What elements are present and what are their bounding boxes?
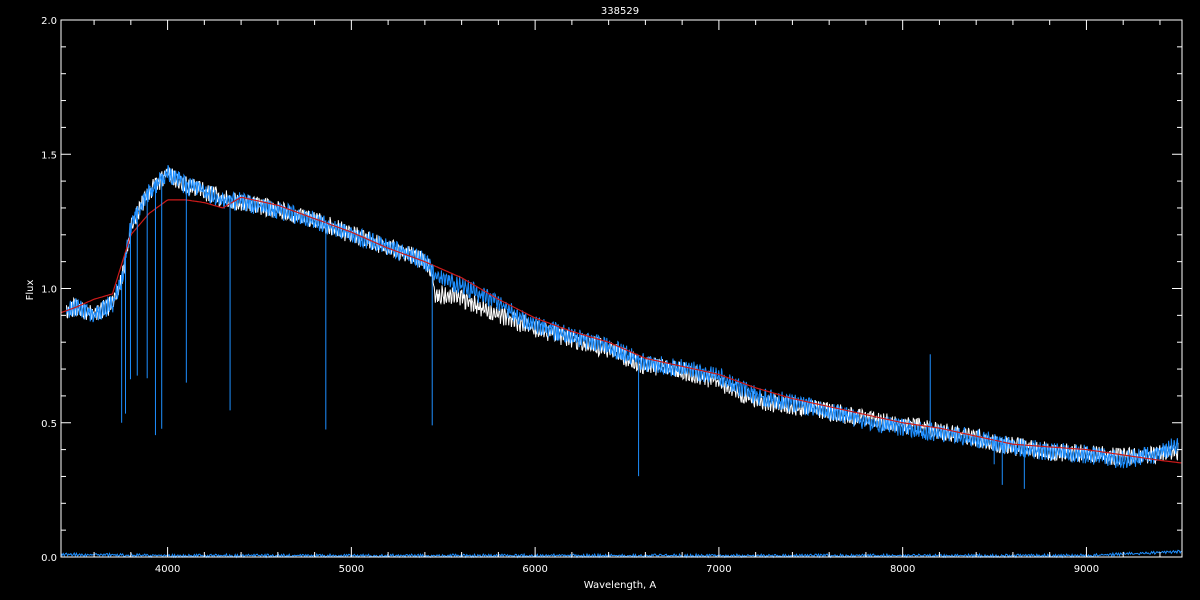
x-tick-label: 8000: [890, 564, 915, 575]
x-tick-label: 4000: [155, 564, 180, 575]
x-tick-label: 5000: [339, 564, 364, 575]
x-axis-label: Wavelength, A: [584, 580, 657, 591]
y-tick-label: 1.5: [41, 150, 57, 161]
x-tick-label: 6000: [522, 564, 547, 575]
plot-background: [0, 0, 1200, 600]
x-tick-label: 7000: [706, 564, 731, 575]
y-tick-label: 0.0: [41, 553, 57, 564]
y-tick-label: 1.0: [41, 285, 57, 296]
y-tick-label: 0.5: [41, 419, 57, 430]
x-tick-label: 9000: [1074, 564, 1099, 575]
y-tick-label: 2.0: [41, 16, 57, 27]
y-axis-label: Flux: [25, 280, 36, 301]
spectrum-chart: 4000 5000 6000 7000 8000 90000.00.51.01.52.0 …: [0, 0, 1200, 600]
chart-title: 338529: [601, 6, 639, 17]
